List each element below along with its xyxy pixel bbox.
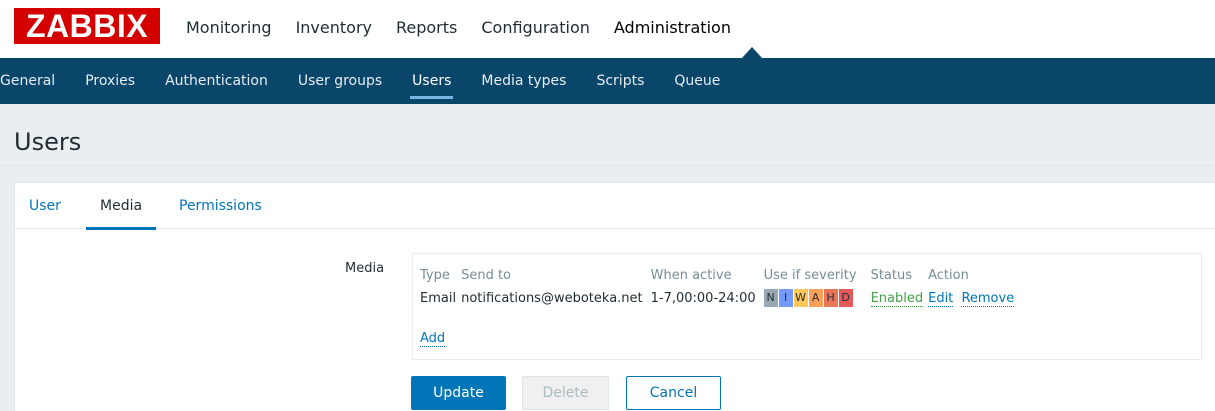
menu-reports[interactable]: Reports	[396, 0, 457, 58]
menu-inventory[interactable]: Inventory	[296, 0, 372, 58]
media-list-box: Type Send to When active Use if severity…	[412, 253, 1202, 360]
column-header-send-to: Send to	[461, 267, 512, 283]
submenu-user-groups[interactable]: User groups	[283, 58, 397, 104]
tab-permissions[interactable]: Permissions	[179, 183, 262, 229]
menu-monitoring[interactable]: Monitoring	[186, 0, 272, 58]
column-header-type: Type	[420, 267, 450, 283]
action-cell: Edit Remove	[928, 286, 1022, 310]
media-table-header: Type Send to When active Use if severity…	[420, 264, 1022, 286]
remove-media-link[interactable]: Remove	[961, 290, 1015, 307]
edit-media-link[interactable]: Edit	[928, 290, 954, 307]
delete-button[interactable]: Delete	[522, 376, 609, 410]
add-media-link[interactable]: Add	[420, 331, 446, 347]
status-cell: Enabled	[870, 286, 929, 310]
zabbix-logo[interactable]: ZABBIX	[14, 8, 160, 44]
tab-user[interactable]: User	[29, 183, 61, 229]
send-to-cell: notifications@weboteka.net	[461, 290, 643, 306]
severity-average: A	[808, 289, 824, 307]
menu-administration[interactable]: Administration	[614, 0, 731, 58]
cancel-button[interactable]: Cancel	[626, 376, 721, 410]
submenu-proxies[interactable]: Proxies	[70, 58, 150, 104]
column-header-when-active: When active	[650, 267, 732, 283]
submenu-users[interactable]: Users	[397, 58, 466, 104]
severity-indicator: N I W A H D	[763, 289, 854, 307]
form-tabs: User Media Permissions	[15, 183, 1215, 230]
active-menu-caret-icon	[742, 47, 762, 58]
severity-information: I	[778, 289, 794, 307]
column-header-severity: Use if severity	[763, 267, 857, 283]
status-enabled-link[interactable]: Enabled	[870, 290, 924, 307]
header-divider	[0, 165, 1215, 166]
media-table: Type Send to When active Use if severity…	[420, 264, 1022, 310]
sub-menu: General Proxies Authentication User grou…	[0, 58, 735, 104]
main-menu: Monitoring Inventory Reports Configurati…	[186, 0, 755, 58]
update-button[interactable]: Update	[411, 376, 506, 410]
table-row: Email notifications@weboteka.net 1-7,00:…	[420, 286, 1022, 310]
submenu-general[interactable]: General	[0, 58, 70, 104]
top-header: ZABBIX Monitoring Inventory Reports Conf…	[0, 0, 1215, 58]
submenu-authentication[interactable]: Authentication	[150, 58, 283, 104]
severity-high: H	[823, 289, 839, 307]
tab-media[interactable]: Media	[85, 183, 157, 230]
column-header-action: Action	[928, 267, 969, 283]
severity-warning: W	[793, 289, 809, 307]
when-active-cell: 1-7,00:00-24:00	[650, 290, 756, 306]
page-title: Users	[14, 128, 82, 156]
severity-disaster: D	[838, 289, 854, 307]
submenu-media-types[interactable]: Media types	[466, 58, 581, 104]
media-type-cell: Email	[420, 290, 457, 306]
media-field-label: Media	[345, 261, 385, 276]
severity-cell: N I W A H D	[763, 286, 871, 310]
severity-not-classified: N	[763, 289, 779, 307]
user-form-card: User Media Permissions Media Type Send t…	[14, 182, 1215, 411]
submenu-queue[interactable]: Queue	[659, 58, 735, 104]
menu-configuration[interactable]: Configuration	[481, 0, 590, 58]
sub-menu-bar: General Proxies Authentication User grou…	[0, 58, 1215, 104]
column-header-status: Status	[870, 267, 912, 283]
submenu-scripts[interactable]: Scripts	[581, 58, 659, 104]
